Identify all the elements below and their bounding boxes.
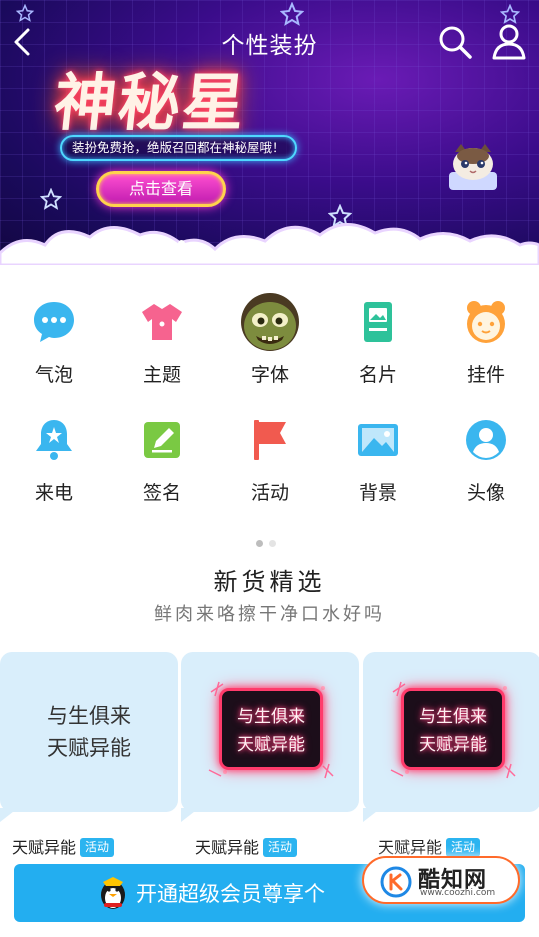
- category-label: 背景: [358, 482, 397, 504]
- product-card[interactable]: 与生俱来 天赋异能: [181, 652, 359, 822]
- category-bubble[interactable]: 气泡: [0, 290, 108, 390]
- card-preview-line: 与生俱来: [47, 704, 131, 728]
- search-icon[interactable]: [437, 24, 473, 60]
- penguin-icon: [101, 877, 125, 909]
- card-preview-line: 天赋异能: [47, 736, 131, 760]
- category-grid: 气泡 主题 字体 名片 挂件 来电 签名 活动 背景 头像: [0, 290, 539, 520]
- product-name-text: 天赋异能: [12, 838, 77, 857]
- category-label: 来电: [34, 482, 73, 504]
- neon-line-2: 天赋异能: [237, 735, 305, 755]
- card-preview-line: 与生俱来 天赋异能: [404, 703, 502, 759]
- neon-line-2: 天赋异能: [419, 735, 487, 755]
- product-card[interactable]: 与生俱来 天赋异能: [0, 652, 178, 822]
- signature-icon: [144, 422, 180, 458]
- category-label: 挂件: [466, 364, 505, 386]
- bubble-tail: [363, 808, 381, 822]
- image-icon: [358, 424, 398, 456]
- category-label: 活动: [250, 482, 289, 504]
- category-signature[interactable]: 签名: [108, 408, 216, 508]
- product-name[interactable]: 天赋异能 活动: [378, 834, 481, 858]
- flag-icon: [254, 420, 286, 460]
- product-name[interactable]: 天赋异能 活动: [195, 834, 298, 858]
- bubble-tail: [181, 808, 199, 822]
- cat-mascot-icon: [449, 144, 497, 190]
- neon-line-1: 与生俱来: [237, 707, 305, 727]
- category-label: 主题: [142, 364, 181, 386]
- category-label: 头像: [466, 482, 505, 504]
- banner-page-indicator: [178, 240, 185, 247]
- product-card[interactable]: 与生俱来 天赋异能: [363, 652, 539, 822]
- section-title: 新货精选: [213, 568, 326, 596]
- category-theme[interactable]: 主题: [108, 290, 216, 390]
- page-dot: [269, 540, 276, 547]
- font-avatar-icon: [241, 293, 299, 351]
- category-background[interactable]: 背景: [324, 408, 432, 508]
- promo-banner[interactable]: 神秘星 装扮免费抢，绝版召回都在神秘屋哦！ 点击查看 个性装扮: [0, 0, 539, 265]
- activity-tag: 活动: [80, 838, 115, 857]
- category-ringtone[interactable]: 来电: [0, 408, 108, 508]
- watermark-logo-icon: [380, 866, 412, 898]
- category-label: 签名: [142, 482, 181, 504]
- product-name-text: 天赋异能: [195, 838, 260, 857]
- category-label: 气泡: [34, 364, 73, 386]
- section-subtitle: 鲜肉来咯擦干净口水好吗: [154, 604, 385, 625]
- profile-icon[interactable]: [490, 22, 528, 62]
- neon-line-1: 与生俱来: [419, 707, 487, 727]
- activity-tag: 活动: [446, 838, 481, 857]
- category-activity[interactable]: 活动: [216, 408, 324, 508]
- card-icon: [364, 302, 392, 342]
- page-dot-active: [256, 540, 263, 547]
- category-label: 名片: [358, 364, 397, 386]
- avatar-icon: [466, 420, 506, 460]
- category-pendant[interactable]: 挂件: [432, 290, 539, 390]
- watermark-badge: 酷知网 www.coozhi.com: [362, 856, 520, 904]
- category-avatar[interactable]: 头像: [432, 408, 539, 508]
- banner-subtitle: 装扮免费抢，绝版召回都在神秘屋哦！: [60, 135, 297, 161]
- cta-label: 开通超级会员尊享个: [136, 882, 325, 906]
- category-label: 字体: [250, 364, 289, 386]
- bubble-tail: [0, 808, 18, 822]
- category-card[interactable]: 名片: [324, 290, 432, 390]
- product-name[interactable]: 天赋异能 活动: [12, 834, 115, 858]
- shirt-icon: [142, 304, 182, 340]
- neon-preview-frame: 与生俱来 天赋异能: [219, 688, 323, 770]
- back-arrow-icon[interactable]: [10, 26, 34, 58]
- category-page-indicator: [256, 532, 282, 551]
- category-font[interactable]: 字体: [216, 290, 324, 390]
- card-preview-line: 与生俱来 天赋异能: [222, 703, 320, 759]
- banner-view-button[interactable]: 点击查看: [96, 171, 226, 207]
- product-name-text: 天赋异能: [378, 838, 443, 857]
- activity-tag: 活动: [263, 838, 298, 857]
- chat-bubble-icon: [34, 302, 74, 342]
- watermark-url: www.coozhi.com: [420, 888, 496, 898]
- bell-icon: [36, 420, 72, 460]
- pendant-icon: [467, 301, 505, 343]
- neon-preview-frame: 与生俱来 天赋异能: [401, 688, 505, 770]
- cloud-outline-decoration: [0, 223, 539, 265]
- top-navigation-bar: 个性装扮: [0, 0, 539, 80]
